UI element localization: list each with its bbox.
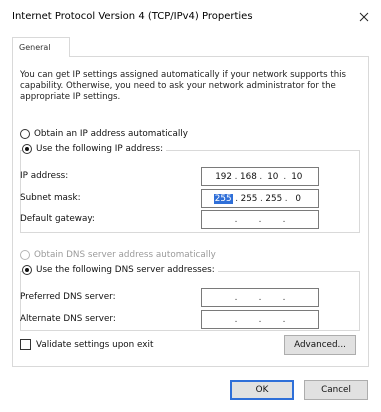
radio-obtain-ip-auto[interactable]: Obtain an IP address automatically: [20, 129, 188, 139]
radio-use-following-ip-label: Use the following IP address:: [36, 144, 164, 154]
radio-use-following-dns-label: Use the following DNS server addresses:: [36, 265, 215, 275]
octet-separator: .: [284, 193, 288, 204]
octet-separator: .: [258, 314, 262, 325]
alternate-dns-input[interactable]: ...: [201, 310, 319, 329]
octet-separator: .: [282, 314, 286, 325]
octet-separator: .: [259, 193, 263, 204]
octet-separator: .: [234, 171, 238, 182]
ip-address-label: IP address:: [20, 171, 69, 181]
radio-use-following-ip-circle[interactable]: [22, 144, 32, 154]
validate-settings-label: Validate settings upon exit: [36, 339, 154, 350]
subnet-mask-octet-3[interactable]: 255: [265, 194, 282, 204]
radio-use-following-dns[interactable]: Use the following DNS server addresses:: [22, 265, 218, 275]
radio-obtain-dns-auto-circle[interactable]: [20, 250, 30, 260]
default-gateway-input[interactable]: ...: [201, 210, 319, 229]
default-gateway-label: Default gateway:: [20, 214, 95, 224]
ip-address-input[interactable]: 192. 168. 10. 10: [201, 167, 319, 186]
ip-address-octet-2[interactable]: 168: [240, 172, 257, 182]
subnet-mask-label: Subnet mask:: [20, 193, 81, 203]
subnet-mask-input[interactable]: 255. 255. 255. 0: [201, 189, 319, 208]
subnet-mask-octet-2[interactable]: 255: [241, 194, 258, 204]
validate-settings-checkbox-row[interactable]: Validate settings upon exit: [20, 339, 153, 350]
octet-separator: .: [259, 171, 263, 182]
advanced-button[interactable]: Advanced...: [284, 335, 356, 355]
radio-obtain-ip-auto-circle[interactable]: [20, 129, 30, 139]
radio-obtain-dns-auto[interactable]: Obtain DNS server address automatically: [20, 250, 216, 260]
octet-separator: .: [234, 214, 238, 225]
radio-obtain-dns-auto-label: Obtain DNS server address automatically: [34, 250, 216, 260]
window-title: Internet Protocol Version 4 (TCP/IPv4) P…: [12, 11, 253, 22]
description-text: You can get IP settings assigned automat…: [20, 70, 347, 102]
ip-address-octet-1[interactable]: 192: [215, 172, 232, 182]
radio-use-following-dns-circle[interactable]: [22, 265, 32, 275]
octet-separator: .: [282, 214, 286, 225]
ip-address-octet-3[interactable]: 10: [265, 172, 281, 182]
close-icon: [359, 12, 369, 22]
title-bar: Internet Protocol Version 4 (TCP/IPv4) P…: [0, 0, 381, 34]
close-button[interactable]: [353, 6, 375, 28]
ip-address-octet-4[interactable]: 10: [289, 172, 305, 182]
octet-separator: .: [258, 214, 262, 225]
subnet-mask-octet-4[interactable]: 0: [290, 194, 306, 204]
preferred-dns-label: Preferred DNS server:: [20, 292, 116, 302]
octet-separator: .: [235, 193, 238, 204]
preferred-dns-input[interactable]: ...: [201, 288, 319, 307]
tab-general[interactable]: General: [12, 37, 70, 57]
validate-settings-checkbox[interactable]: [20, 339, 31, 350]
dialog-window: Internet Protocol Version 4 (TCP/IPv4) P…: [0, 0, 381, 412]
ok-button[interactable]: OK: [230, 380, 294, 400]
alternate-dns-label: Alternate DNS server:: [20, 314, 116, 324]
cancel-button[interactable]: Cancel: [304, 380, 368, 400]
tab-general-label: General: [19, 43, 51, 52]
subnet-mask-octet-1[interactable]: 255: [213, 193, 233, 204]
radio-use-following-ip[interactable]: Use the following IP address:: [22, 144, 167, 154]
octet-separator: .: [258, 292, 262, 303]
octet-separator: .: [283, 171, 287, 182]
radio-obtain-ip-auto-label: Obtain an IP address automatically: [34, 129, 188, 139]
octet-separator: .: [282, 292, 286, 303]
octet-separator: .: [234, 292, 238, 303]
octet-separator: .: [234, 314, 238, 325]
